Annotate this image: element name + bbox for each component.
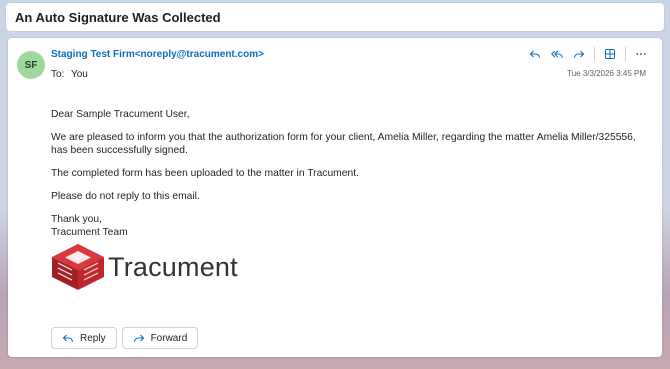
email-card: SF Staging Test Firm<noreply@tracument.c… xyxy=(8,38,662,357)
subject-bar: An Auto Signature Was Collected xyxy=(6,3,664,31)
tracument-logo: Tracument xyxy=(50,242,250,292)
reply-all-icon[interactable] xyxy=(546,46,568,62)
reply-button[interactable]: Reply xyxy=(51,327,117,349)
forward-icon[interactable] xyxy=(568,46,590,62)
email-date: Tue 3/3/2026 3:45 PM xyxy=(567,69,646,78)
signature: Tracument Team xyxy=(51,227,128,238)
message-actions xyxy=(524,46,652,62)
email-subject: An Auto Signature Was Collected xyxy=(15,9,221,25)
reply-button-row: Reply Forward xyxy=(51,327,199,349)
forward-icon xyxy=(133,334,144,342)
forward-button[interactable]: Forward xyxy=(121,327,199,349)
to-label: To: xyxy=(51,69,65,80)
toolbar-divider xyxy=(625,47,626,61)
reply-button-label: Reply xyxy=(80,332,106,344)
body-paragraph: Please do not reply to this email. xyxy=(51,191,200,202)
logo-text: Tracument xyxy=(108,251,238,282)
more-icon[interactable] xyxy=(630,46,652,62)
greeting: Dear Sample Tracument User, xyxy=(51,109,190,120)
tracument-cube-icon xyxy=(52,244,104,290)
body-paragraph: We are pleased to inform you that the au… xyxy=(51,132,636,156)
sender-name[interactable]: Staging Test Firm<noreply@tracument.com> xyxy=(51,49,264,60)
closing: Thank you, xyxy=(51,214,102,225)
recipient-line: To: You xyxy=(51,69,88,80)
reply-icon xyxy=(62,334,74,342)
reply-icon[interactable] xyxy=(524,46,546,62)
recipient-name[interactable]: You xyxy=(71,69,88,80)
apps-grid-icon[interactable] xyxy=(599,46,621,62)
body-paragraph: The completed form has been uploaded to … xyxy=(51,168,359,179)
email-body: Dear Sample Tracument User, We are pleas… xyxy=(51,108,641,239)
sender-avatar[interactable]: SF xyxy=(17,51,45,79)
forward-button-label: Forward xyxy=(150,332,188,344)
toolbar-divider xyxy=(594,47,595,61)
